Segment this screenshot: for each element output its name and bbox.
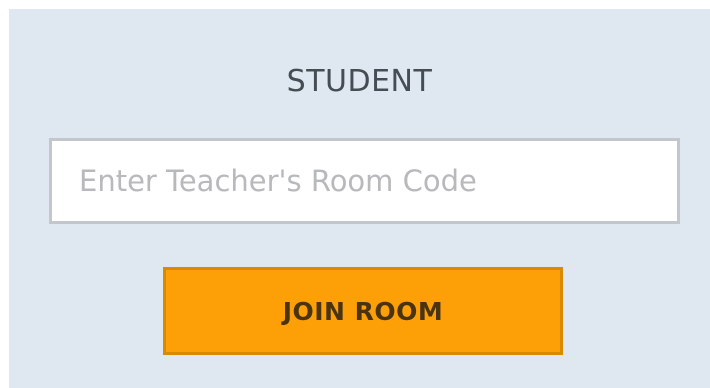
student-join-panel: STUDENT JOIN ROOM bbox=[9, 9, 710, 388]
panel-title: STUDENT bbox=[286, 64, 433, 99]
join-room-button[interactable]: JOIN ROOM bbox=[163, 267, 563, 355]
room-code-input[interactable] bbox=[49, 138, 680, 224]
